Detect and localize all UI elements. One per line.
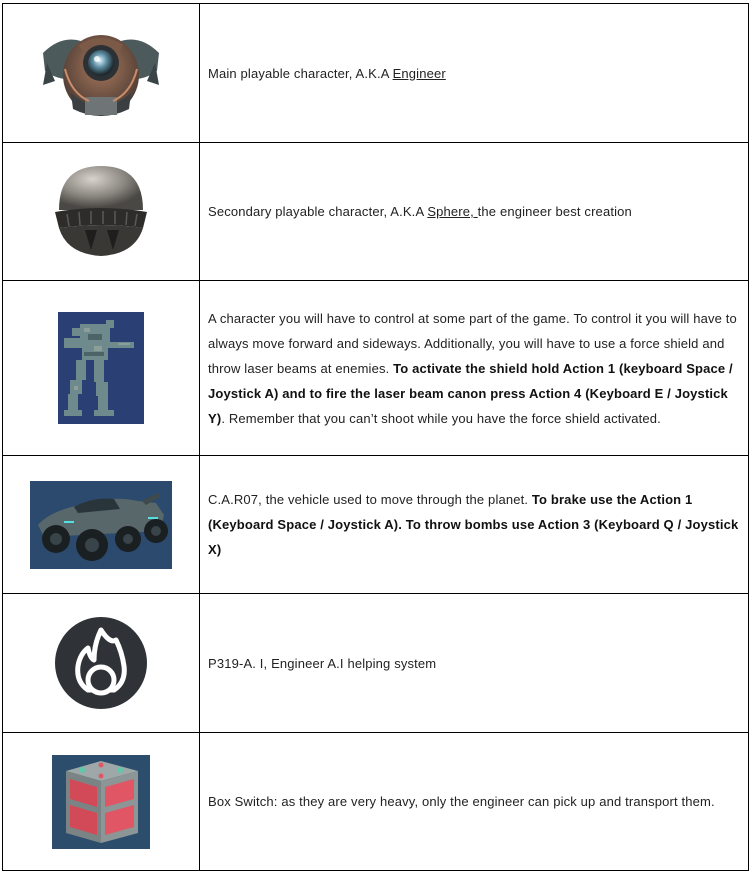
description-cell: Main playable character, A.K.A Engineer bbox=[199, 3, 749, 143]
engineer-link[interactable]: Engineer bbox=[393, 66, 446, 81]
row-text: Main playable character, A.K.A bbox=[208, 65, 393, 81]
image-cell bbox=[2, 455, 200, 594]
table-row: Box Switch: as they are very heavy, only… bbox=[2, 732, 749, 871]
table-row: P319-A. I, Engineer A.I helping system bbox=[2, 593, 749, 733]
description-cell: Box Switch: as they are very heavy, only… bbox=[199, 732, 749, 871]
image-cell bbox=[2, 593, 200, 733]
table-row: Main playable character, A.K.A Engineer bbox=[2, 3, 749, 143]
box-switch-icon bbox=[52, 754, 150, 849]
row-text-after: . Remember that you can’t shoot while yo… bbox=[221, 410, 661, 426]
car-vehicle-icon bbox=[30, 480, 172, 569]
row-text: Box Switch: as they are very heavy, only… bbox=[208, 794, 715, 809]
characters-table: Main playable character, A.K.A Engineer bbox=[2, 3, 749, 871]
description-cell: A character you will have to control at … bbox=[199, 280, 749, 456]
sphere-link[interactable]: Sphere, bbox=[427, 204, 477, 219]
flame-ai-logo-icon bbox=[55, 617, 147, 709]
image-cell bbox=[2, 732, 200, 871]
table-row: A character you will have to control at … bbox=[2, 280, 749, 456]
table-row: Secondary playable character, A.K.A Sphe… bbox=[2, 142, 749, 281]
row-text: C.A.R07, the vehicle used to move throug… bbox=[208, 492, 532, 507]
row-text-after: the engineer best creation bbox=[477, 204, 632, 219]
table-row: C.A.R07, the vehicle used to move throug… bbox=[2, 455, 749, 594]
image-cell bbox=[2, 280, 200, 456]
image-cell bbox=[2, 142, 200, 281]
engineer-character-icon bbox=[43, 35, 159, 116]
row-text: P319-A. I, Engineer A.I helping system bbox=[208, 655, 437, 671]
sphere-character-icon bbox=[55, 165, 147, 256]
image-cell bbox=[2, 3, 200, 143]
mech-robot-icon bbox=[58, 312, 144, 424]
description-cell: P319-A. I, Engineer A.I helping system bbox=[199, 593, 749, 733]
description-cell: C.A.R07, the vehicle used to move throug… bbox=[199, 455, 749, 594]
description-cell: Secondary playable character, A.K.A Sphe… bbox=[199, 142, 749, 281]
row-text: Secondary playable character, A.K.A bbox=[208, 204, 428, 219]
